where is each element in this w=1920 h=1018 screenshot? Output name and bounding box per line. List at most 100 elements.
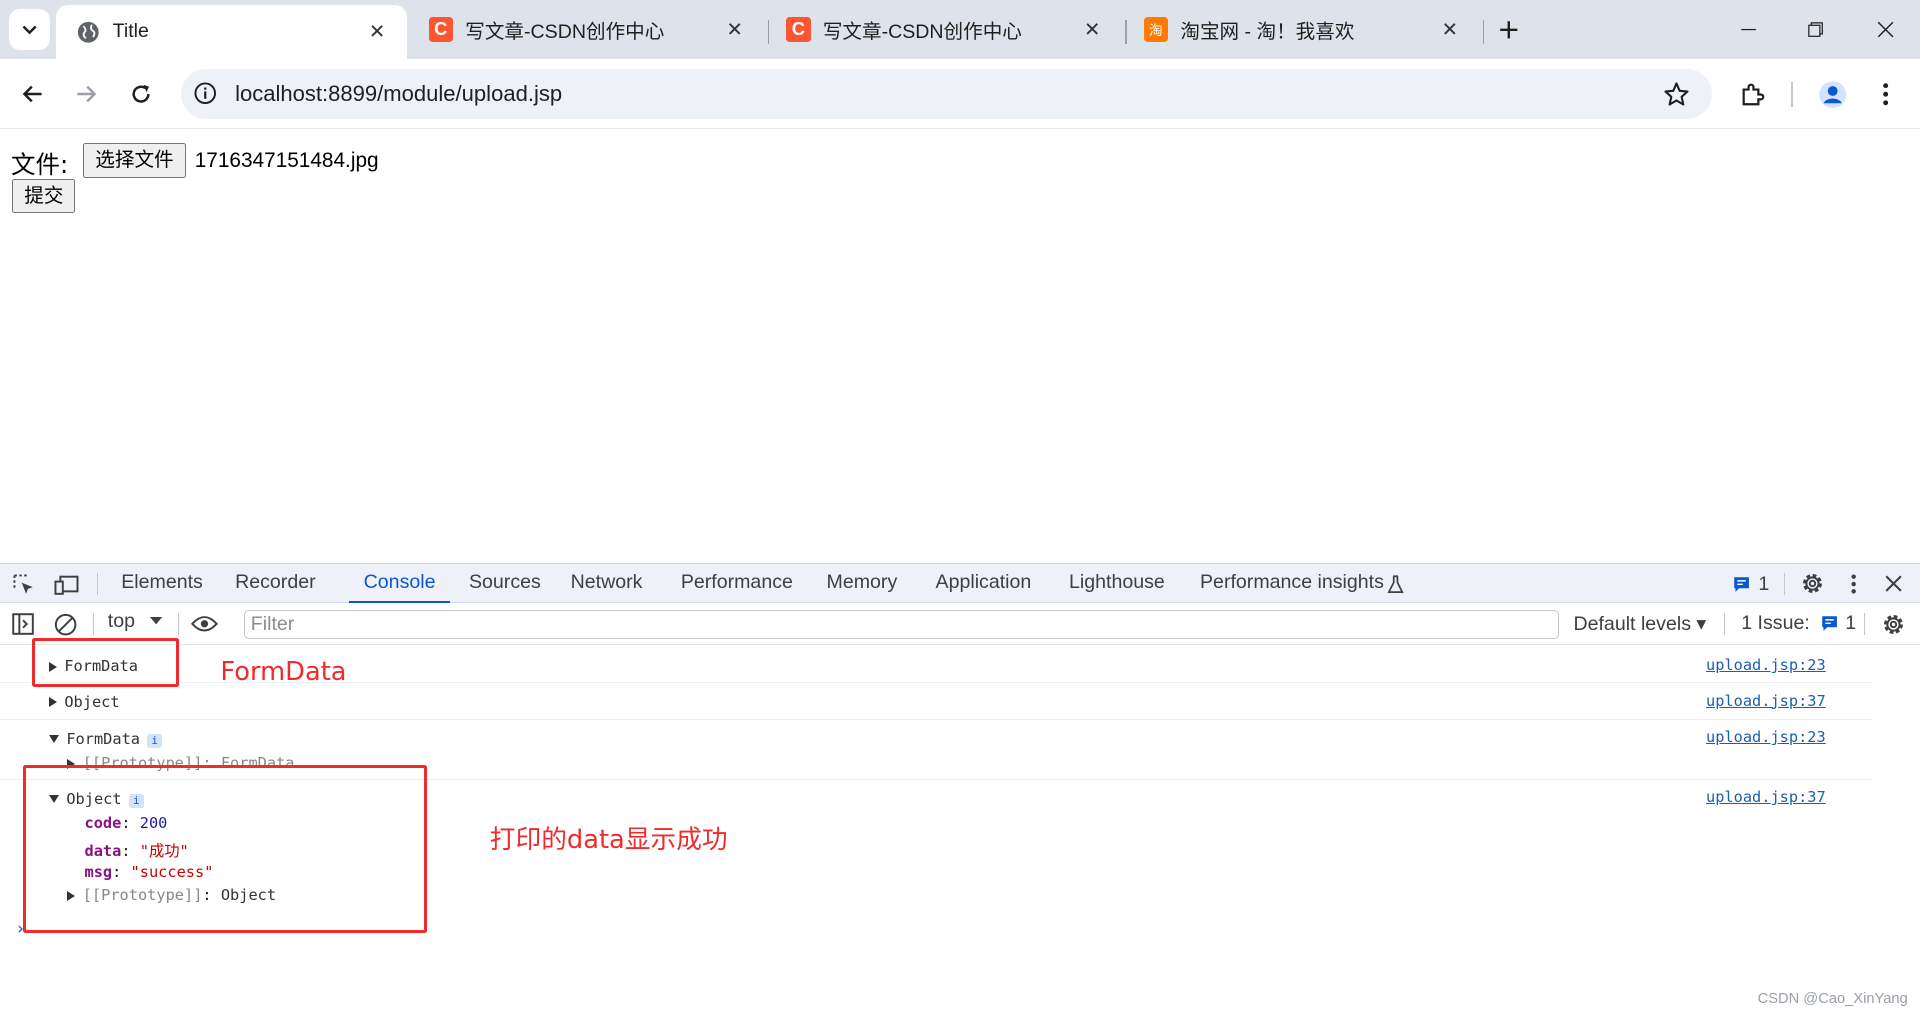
- annotation-box-formdata: [31, 637, 179, 687]
- file-name-text: 1716347151484.jpg: [194, 149, 379, 173]
- restore-button[interactable]: [1794, 7, 1838, 51]
- avatar-icon: [1819, 80, 1847, 108]
- tab-application[interactable]: Application: [936, 564, 1032, 603]
- source-link[interactable]: upload.jsp:23: [1706, 656, 1826, 674]
- close-tab-icon[interactable]: ✕: [365, 20, 389, 44]
- watermark: CSDN @Cao_XinYang: [1757, 990, 1908, 1007]
- new-tab-button[interactable]: [1487, 7, 1531, 51]
- extensions-button[interactable]: [1731, 72, 1775, 116]
- arrow-left-icon: [22, 86, 42, 103]
- tab-console[interactable]: Console: [348, 564, 451, 604]
- message-icon: [1822, 616, 1837, 631]
- tab-memory[interactable]: Memory: [827, 564, 898, 603]
- close-tab-icon[interactable]: ✕: [1080, 17, 1104, 41]
- tab-sources[interactable]: Sources: [469, 564, 541, 603]
- tab-search-button[interactable]: [8, 8, 51, 51]
- device-toggle-icon[interactable]: [53, 573, 80, 597]
- filter-input[interactable]: Filter: [243, 609, 1559, 639]
- tab-label: 淘宝网 - 淘！我喜欢: [1180, 20, 1355, 43]
- toolbar-divider: [177, 613, 179, 636]
- console-toolbar: top Filter Default levels ▾ 1 Issue: 1: [0, 603, 1920, 646]
- close-tab-icon[interactable]: ✕: [722, 17, 746, 41]
- arrow-right-icon: [77, 86, 97, 103]
- bookmark-star-icon[interactable]: [1663, 81, 1690, 108]
- annotation-formdata: FormData: [220, 657, 347, 688]
- devtools-divider: [96, 572, 98, 595]
- inspect-element-icon[interactable]: [12, 573, 36, 597]
- close-tab-icon[interactable]: ✕: [1438, 17, 1462, 41]
- puzzle-icon: [1742, 83, 1765, 106]
- toolbar-divider: [1863, 613, 1865, 636]
- tab-network[interactable]: Network: [571, 564, 643, 603]
- devtools-divider: [1784, 572, 1786, 595]
- tab-label: Title: [112, 20, 149, 43]
- tab-performance[interactable]: Performance: [681, 564, 793, 603]
- source-link[interactable]: upload.jsp:23: [1706, 728, 1826, 746]
- close-icon: [1877, 21, 1894, 38]
- reload-button[interactable]: [119, 72, 163, 116]
- site-info-icon[interactable]: [193, 81, 220, 108]
- taobao-icon: 淘: [1143, 17, 1169, 42]
- submit-button[interactable]: 提交: [12, 178, 76, 214]
- context-selector[interactable]: top: [108, 610, 162, 633]
- annotation-box-object: [23, 765, 428, 933]
- message-count: 1: [1758, 572, 1770, 595]
- tab-divider: [1482, 19, 1485, 45]
- choose-file-button[interactable]: 选择文件: [83, 143, 186, 178]
- tab-performance-insights[interactable]: Performance insights: [1200, 564, 1384, 603]
- devtools-more-icon[interactable]: [1850, 573, 1857, 595]
- close-devtools-icon[interactable]: [1884, 575, 1902, 592]
- settings-gear-icon[interactable]: [1799, 570, 1826, 597]
- caret-down-icon: [149, 617, 162, 625]
- forward-button[interactable]: [64, 72, 108, 116]
- issues-count: 1: [1845, 612, 1857, 634]
- source-link[interactable]: upload.jsp:37: [1706, 692, 1826, 710]
- url-text[interactable]: localhost:8899/module/upload.jsp: [235, 81, 562, 107]
- console-settings-gear-icon[interactable]: [1880, 611, 1907, 638]
- tab-taobao[interactable]: 淘 淘宝网 - 淘！我喜欢 ✕: [1124, 0, 1479, 59]
- globe-icon: [77, 21, 99, 43]
- tab-csdn-1[interactable]: C 写文章-CSDN创作中心 ✕: [409, 0, 764, 59]
- tab-lighthouse[interactable]: Lighthouse: [1069, 564, 1165, 603]
- info-badge-icon: i: [147, 733, 163, 749]
- tab-elements[interactable]: Elements: [121, 564, 203, 603]
- page-content: 文件: 选择文件 1716347151484.jpg 提交: [0, 130, 1920, 563]
- tab-csdn-2[interactable]: C 写文章-CSDN创作中心 ✕: [767, 0, 1122, 59]
- reload-icon: [132, 85, 150, 103]
- context-value: top: [107, 609, 135, 632]
- csdn-icon: C: [428, 17, 454, 42]
- source-link[interactable]: upload.jsp:37: [1706, 788, 1826, 806]
- csdn-icon: C: [786, 17, 811, 42]
- tab-title[interactable]: Title ✕: [56, 4, 407, 59]
- chevron-down-icon: [22, 25, 37, 35]
- log-levels-dropdown[interactable]: Default levels ▾: [1573, 612, 1706, 636]
- live-expression-eye-icon[interactable]: [191, 614, 218, 634]
- flask-icon: [1387, 575, 1405, 595]
- console-message[interactable]: Object upload.jsp:37: [0, 683, 1874, 720]
- restore-icon: [1808, 22, 1824, 37]
- sidebar-toggle-icon[interactable]: [12, 613, 35, 636]
- more-vert-icon: [1883, 83, 1889, 106]
- back-button[interactable]: [11, 72, 55, 116]
- issues-indicator[interactable]: 1 Issue: 1: [1741, 612, 1856, 635]
- collapse-triangle-icon[interactable]: [48, 735, 59, 743]
- message-icon: [1733, 576, 1749, 592]
- messages-indicator[interactable]: 1: [1733, 572, 1770, 596]
- file-label: 文件:: [11, 149, 69, 179]
- devtools-tab-bar: Elements Recorder Console Sources Networ…: [0, 564, 1920, 604]
- expand-triangle-icon[interactable]: [48, 697, 57, 708]
- browser-menu-button[interactable]: [1864, 72, 1908, 116]
- toolbar-divider: [1791, 82, 1793, 107]
- profile-button[interactable]: [1811, 72, 1855, 116]
- toolbar-divider: [1724, 613, 1726, 636]
- minimize-button[interactable]: [1727, 7, 1771, 51]
- clear-console-icon[interactable]: [54, 613, 77, 636]
- close-window-button[interactable]: [1864, 7, 1908, 51]
- tab-recorder[interactable]: Recorder: [235, 564, 316, 603]
- annotation-success: 打印的data显示成功: [489, 824, 728, 855]
- tab-strip: Title ✕ C 写文章-CSDN创作中心 ✕ C 写文章-CSDN创作中心 …: [0, 0, 1920, 59]
- log-formdata-expanded[interactable]: FormData i: [48, 730, 163, 749]
- issues-label: 1 Issue:: [1741, 612, 1810, 634]
- log-object[interactable]: Object: [48, 693, 120, 711]
- address-bar[interactable]: localhost:8899/module/upload.jsp: [181, 68, 1712, 119]
